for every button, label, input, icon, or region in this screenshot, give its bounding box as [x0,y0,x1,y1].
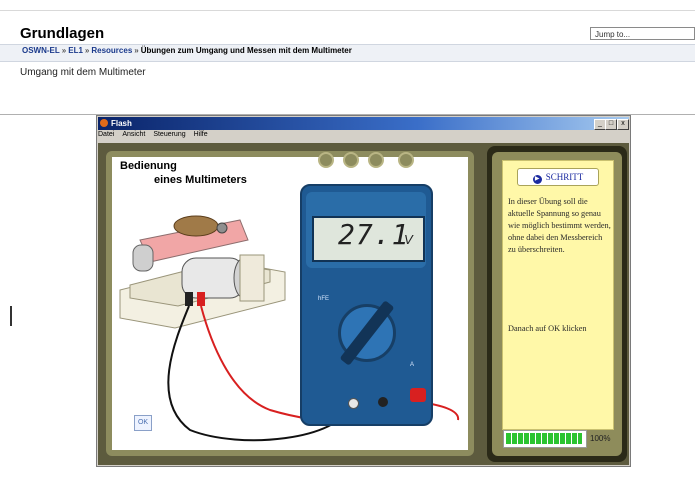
com-jack[interactable] [348,398,359,409]
meter-label-hfe: hFE [318,296,330,302]
progress-label: 100% [590,434,611,443]
display-value: 27.1 [338,218,410,251]
meter-label-a: A [410,362,415,368]
turtle-shell [173,215,219,237]
probe-red-tip [197,292,205,306]
ok-button[interactable]: OK [134,415,152,431]
generator-mount [239,254,265,302]
turtle-head [216,222,228,234]
step-icon: ▶ [532,175,542,184]
step-button-label: SCHRITT [545,172,584,182]
conveyor-roller [132,244,154,272]
instruction-hint: Danach auf OK klicken [508,324,587,333]
probe-black-tip [185,292,193,306]
display-unit: V [404,232,413,247]
red-jack[interactable] [410,388,426,402]
black-jack[interactable] [378,397,388,407]
instruction-text: In dieser Übung soll die aktuelle Spannu… [508,197,611,254]
step-button[interactable]: ▶ SCHRITT [517,168,599,186]
progress-fill [506,433,582,444]
